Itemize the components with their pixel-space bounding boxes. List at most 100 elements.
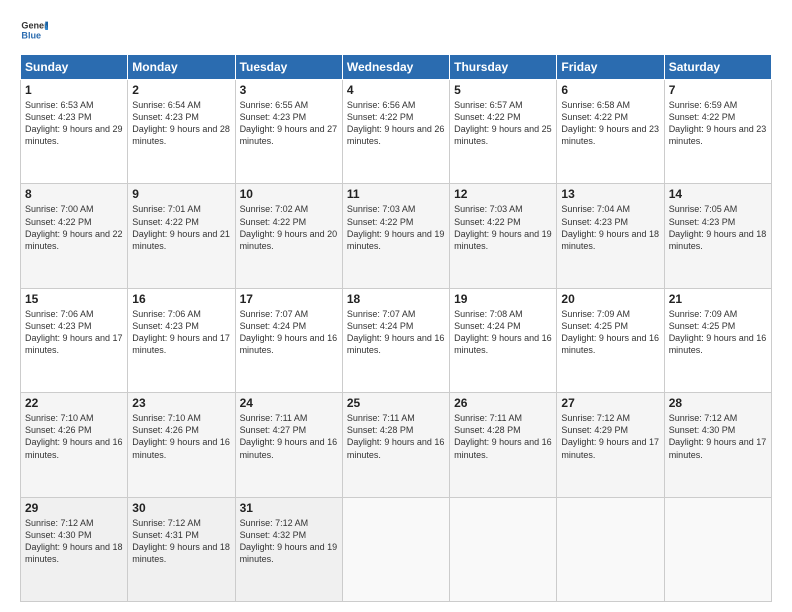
day-number: 11 xyxy=(347,187,445,201)
day-number: 27 xyxy=(561,396,659,410)
calendar-header-row: SundayMondayTuesdayWednesdayThursdayFrid… xyxy=(21,55,772,80)
calendar-header-friday: Friday xyxy=(557,55,664,80)
calendar-week-row: 22 Sunrise: 7:10 AM Sunset: 4:26 PM Dayl… xyxy=(21,393,772,497)
day-number: 7 xyxy=(669,83,767,97)
calendar-header-tuesday: Tuesday xyxy=(235,55,342,80)
day-info: Sunrise: 6:58 AM Sunset: 4:22 PM Dayligh… xyxy=(561,99,659,148)
calendar-week-row: 15 Sunrise: 7:06 AM Sunset: 4:23 PM Dayl… xyxy=(21,288,772,392)
calendar-table: SundayMondayTuesdayWednesdayThursdayFrid… xyxy=(20,54,772,602)
day-info: Sunrise: 6:55 AM Sunset: 4:23 PM Dayligh… xyxy=(240,99,338,148)
day-number: 28 xyxy=(669,396,767,410)
calendar-cell: 3 Sunrise: 6:55 AM Sunset: 4:23 PM Dayli… xyxy=(235,80,342,184)
day-number: 21 xyxy=(669,292,767,306)
calendar-header-sunday: Sunday xyxy=(21,55,128,80)
day-number: 23 xyxy=(132,396,230,410)
day-info: Sunrise: 7:08 AM Sunset: 4:24 PM Dayligh… xyxy=(454,308,552,357)
day-number: 9 xyxy=(132,187,230,201)
day-info: Sunrise: 7:07 AM Sunset: 4:24 PM Dayligh… xyxy=(347,308,445,357)
day-number: 4 xyxy=(347,83,445,97)
day-number: 29 xyxy=(25,501,123,515)
calendar-cell: 26 Sunrise: 7:11 AM Sunset: 4:28 PM Dayl… xyxy=(450,393,557,497)
day-info: Sunrise: 7:10 AM Sunset: 4:26 PM Dayligh… xyxy=(132,412,230,461)
calendar-cell: 2 Sunrise: 6:54 AM Sunset: 4:23 PM Dayli… xyxy=(128,80,235,184)
calendar-header-wednesday: Wednesday xyxy=(342,55,449,80)
general-blue-logo-icon: General Blue xyxy=(20,16,48,44)
day-info: Sunrise: 7:06 AM Sunset: 4:23 PM Dayligh… xyxy=(132,308,230,357)
calendar-header-saturday: Saturday xyxy=(664,55,771,80)
day-number: 30 xyxy=(132,501,230,515)
day-number: 15 xyxy=(25,292,123,306)
calendar-cell: 15 Sunrise: 7:06 AM Sunset: 4:23 PM Dayl… xyxy=(21,288,128,392)
calendar-cell: 19 Sunrise: 7:08 AM Sunset: 4:24 PM Dayl… xyxy=(450,288,557,392)
day-info: Sunrise: 7:10 AM Sunset: 4:26 PM Dayligh… xyxy=(25,412,123,461)
day-info: Sunrise: 7:12 AM Sunset: 4:29 PM Dayligh… xyxy=(561,412,659,461)
calendar-cell: 29 Sunrise: 7:12 AM Sunset: 4:30 PM Dayl… xyxy=(21,497,128,601)
day-info: Sunrise: 7:11 AM Sunset: 4:27 PM Dayligh… xyxy=(240,412,338,461)
calendar-cell: 18 Sunrise: 7:07 AM Sunset: 4:24 PM Dayl… xyxy=(342,288,449,392)
day-number: 31 xyxy=(240,501,338,515)
page: General Blue SundayMondayTuesdayWednesda… xyxy=(0,0,792,612)
calendar-cell: 21 Sunrise: 7:09 AM Sunset: 4:25 PM Dayl… xyxy=(664,288,771,392)
day-number: 1 xyxy=(25,83,123,97)
day-info: Sunrise: 7:12 AM Sunset: 4:30 PM Dayligh… xyxy=(669,412,767,461)
day-number: 14 xyxy=(669,187,767,201)
day-info: Sunrise: 7:11 AM Sunset: 4:28 PM Dayligh… xyxy=(347,412,445,461)
day-number: 20 xyxy=(561,292,659,306)
day-number: 6 xyxy=(561,83,659,97)
calendar-cell: 25 Sunrise: 7:11 AM Sunset: 4:28 PM Dayl… xyxy=(342,393,449,497)
day-info: Sunrise: 6:59 AM Sunset: 4:22 PM Dayligh… xyxy=(669,99,767,148)
day-info: Sunrise: 7:12 AM Sunset: 4:32 PM Dayligh… xyxy=(240,517,338,566)
calendar-cell: 22 Sunrise: 7:10 AM Sunset: 4:26 PM Dayl… xyxy=(21,393,128,497)
calendar-week-row: 29 Sunrise: 7:12 AM Sunset: 4:30 PM Dayl… xyxy=(21,497,772,601)
day-info: Sunrise: 7:07 AM Sunset: 4:24 PM Dayligh… xyxy=(240,308,338,357)
day-number: 18 xyxy=(347,292,445,306)
day-info: Sunrise: 7:11 AM Sunset: 4:28 PM Dayligh… xyxy=(454,412,552,461)
header: General Blue xyxy=(20,16,772,44)
calendar-cell: 8 Sunrise: 7:00 AM Sunset: 4:22 PM Dayli… xyxy=(21,184,128,288)
day-number: 2 xyxy=(132,83,230,97)
calendar-cell: 14 Sunrise: 7:05 AM Sunset: 4:23 PM Dayl… xyxy=(664,184,771,288)
calendar-cell: 11 Sunrise: 7:03 AM Sunset: 4:22 PM Dayl… xyxy=(342,184,449,288)
day-number: 22 xyxy=(25,396,123,410)
calendar-cell: 5 Sunrise: 6:57 AM Sunset: 4:22 PM Dayli… xyxy=(450,80,557,184)
day-number: 3 xyxy=(240,83,338,97)
logo: General Blue xyxy=(20,16,48,44)
day-info: Sunrise: 7:04 AM Sunset: 4:23 PM Dayligh… xyxy=(561,203,659,252)
day-info: Sunrise: 6:53 AM Sunset: 4:23 PM Dayligh… xyxy=(25,99,123,148)
day-number: 26 xyxy=(454,396,552,410)
calendar-cell: 13 Sunrise: 7:04 AM Sunset: 4:23 PM Dayl… xyxy=(557,184,664,288)
calendar-cell: 27 Sunrise: 7:12 AM Sunset: 4:29 PM Dayl… xyxy=(557,393,664,497)
day-info: Sunrise: 7:09 AM Sunset: 4:25 PM Dayligh… xyxy=(669,308,767,357)
day-number: 12 xyxy=(454,187,552,201)
calendar-cell: 30 Sunrise: 7:12 AM Sunset: 4:31 PM Dayl… xyxy=(128,497,235,601)
calendar-cell: 20 Sunrise: 7:09 AM Sunset: 4:25 PM Dayl… xyxy=(557,288,664,392)
day-number: 25 xyxy=(347,396,445,410)
day-info: Sunrise: 6:57 AM Sunset: 4:22 PM Dayligh… xyxy=(454,99,552,148)
calendar-cell: 4 Sunrise: 6:56 AM Sunset: 4:22 PM Dayli… xyxy=(342,80,449,184)
calendar-cell xyxy=(342,497,449,601)
day-info: Sunrise: 6:54 AM Sunset: 4:23 PM Dayligh… xyxy=(132,99,230,148)
calendar-cell: 12 Sunrise: 7:03 AM Sunset: 4:22 PM Dayl… xyxy=(450,184,557,288)
day-info: Sunrise: 7:09 AM Sunset: 4:25 PM Dayligh… xyxy=(561,308,659,357)
day-number: 19 xyxy=(454,292,552,306)
calendar-cell xyxy=(664,497,771,601)
day-number: 24 xyxy=(240,396,338,410)
calendar-header-thursday: Thursday xyxy=(450,55,557,80)
calendar-cell: 24 Sunrise: 7:11 AM Sunset: 4:27 PM Dayl… xyxy=(235,393,342,497)
svg-text:General: General xyxy=(21,21,48,31)
day-info: Sunrise: 7:00 AM Sunset: 4:22 PM Dayligh… xyxy=(25,203,123,252)
day-number: 17 xyxy=(240,292,338,306)
calendar-header-monday: Monday xyxy=(128,55,235,80)
day-info: Sunrise: 7:02 AM Sunset: 4:22 PM Dayligh… xyxy=(240,203,338,252)
calendar-week-row: 8 Sunrise: 7:00 AM Sunset: 4:22 PM Dayli… xyxy=(21,184,772,288)
calendar-cell: 16 Sunrise: 7:06 AM Sunset: 4:23 PM Dayl… xyxy=(128,288,235,392)
day-info: Sunrise: 7:05 AM Sunset: 4:23 PM Dayligh… xyxy=(669,203,767,252)
day-number: 16 xyxy=(132,292,230,306)
day-info: Sunrise: 7:03 AM Sunset: 4:22 PM Dayligh… xyxy=(347,203,445,252)
day-info: Sunrise: 7:01 AM Sunset: 4:22 PM Dayligh… xyxy=(132,203,230,252)
calendar-cell: 28 Sunrise: 7:12 AM Sunset: 4:30 PM Dayl… xyxy=(664,393,771,497)
day-info: Sunrise: 7:06 AM Sunset: 4:23 PM Dayligh… xyxy=(25,308,123,357)
calendar-cell xyxy=(450,497,557,601)
day-info: Sunrise: 6:56 AM Sunset: 4:22 PM Dayligh… xyxy=(347,99,445,148)
svg-text:Blue: Blue xyxy=(21,30,41,40)
